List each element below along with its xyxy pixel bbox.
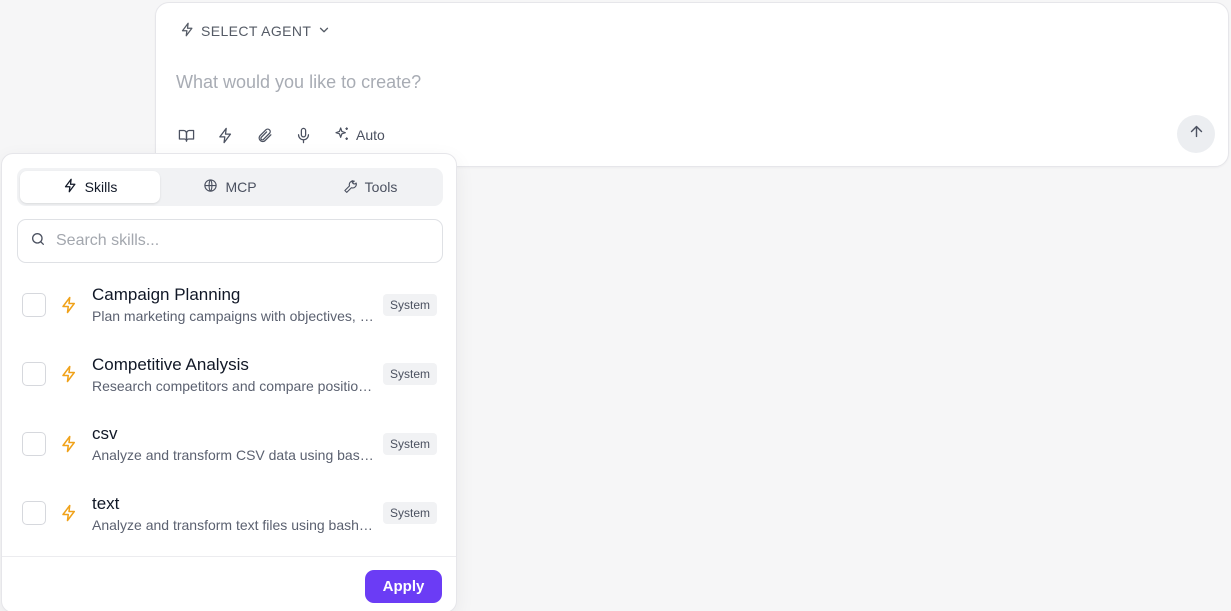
lightning-icon [60,435,78,453]
list-item[interactable]: text Analyze and transform text files us… [2,479,456,549]
status-badge: System [382,293,437,316]
lightning-icon [60,296,78,314]
sparkles-icon [334,126,350,145]
list-item[interactable]: Competitive Analysis Research competitor… [2,340,456,410]
skill-checkbox[interactable] [22,292,46,317]
composer-toolbar: Auto [178,123,385,147]
page: SELECT AGENT Auto [0,0,1231,611]
lightning-icon [60,504,78,522]
arrow-up-icon [1188,123,1205,145]
lightning-icon [63,178,78,196]
chevron-down-icon [317,23,331,40]
footer-divider [2,556,456,557]
status-badge: System [382,432,437,455]
wrench-icon [343,178,358,196]
tab-label: MCP [225,179,257,195]
search-icon [30,231,46,252]
list-item[interactable]: Campaign Planning Plan marketing campaig… [2,270,456,340]
lightning-icon [180,22,195,40]
select-agent-label: SELECT AGENT [201,23,312,39]
skill-description: Analyze and transform CSV data using bas… [92,447,374,463]
status-badge: System [382,363,437,386]
skills-search [17,219,443,263]
lightning-icon [60,365,78,383]
skill-description: Analyze and transform text files using b… [92,516,374,533]
tab-skills[interactable]: Skills [20,171,160,203]
book-open-icon[interactable] [178,127,195,144]
skills-popover: Skills MCP Tools Search skills... Campai… [1,153,457,611]
skill-text: Competitive Analysis Research competitor… [92,355,374,395]
paperclip-icon[interactable] [256,127,273,144]
composer-card: SELECT AGENT Auto [155,2,1229,167]
send-button[interactable] [1177,115,1215,153]
auto-label: Auto [356,127,385,143]
list-item[interactable]: csv Analyze and transform CSV data using… [2,409,456,479]
auto-button[interactable]: Auto [334,126,385,145]
skill-checkbox[interactable] [22,501,46,526]
skill-text: csv Analyze and transform CSV data using… [92,424,374,464]
skill-name: text [92,493,120,513]
tab-tools[interactable]: Tools [300,171,440,203]
globe-icon [203,178,218,196]
skill-name: csv [92,424,118,443]
lightning-icon[interactable] [217,127,234,144]
apply-button[interactable]: Apply [365,570,442,603]
microphone-icon[interactable] [295,127,312,144]
tab-label: Skills [84,179,118,195]
skill-description: Plan marketing campaigns with objectives… [92,308,374,324]
tab-mcp[interactable]: MCP [160,171,300,203]
tab-label: Tools [364,179,398,195]
search-input[interactable] [56,232,442,250]
status-badge: System [382,502,437,525]
skill-name: Competitive Analysis [92,354,249,374]
skill-name: Campaign Planning [92,285,241,304]
skill-checkbox[interactable] [22,362,46,387]
skill-text: text Analyze and transform text files us… [92,494,374,534]
select-agent-dropdown[interactable]: SELECT AGENT [180,21,331,41]
skill-text: Campaign Planning Plan marketing campaig… [92,285,374,325]
skill-list: Campaign Planning Plan marketing campaig… [2,270,456,548]
prompt-input[interactable] [176,67,1176,97]
skill-description: Research competitors and compare positio… [92,377,374,394]
popover-tabs: Skills MCP Tools [17,168,443,206]
skill-checkbox[interactable] [22,431,46,456]
